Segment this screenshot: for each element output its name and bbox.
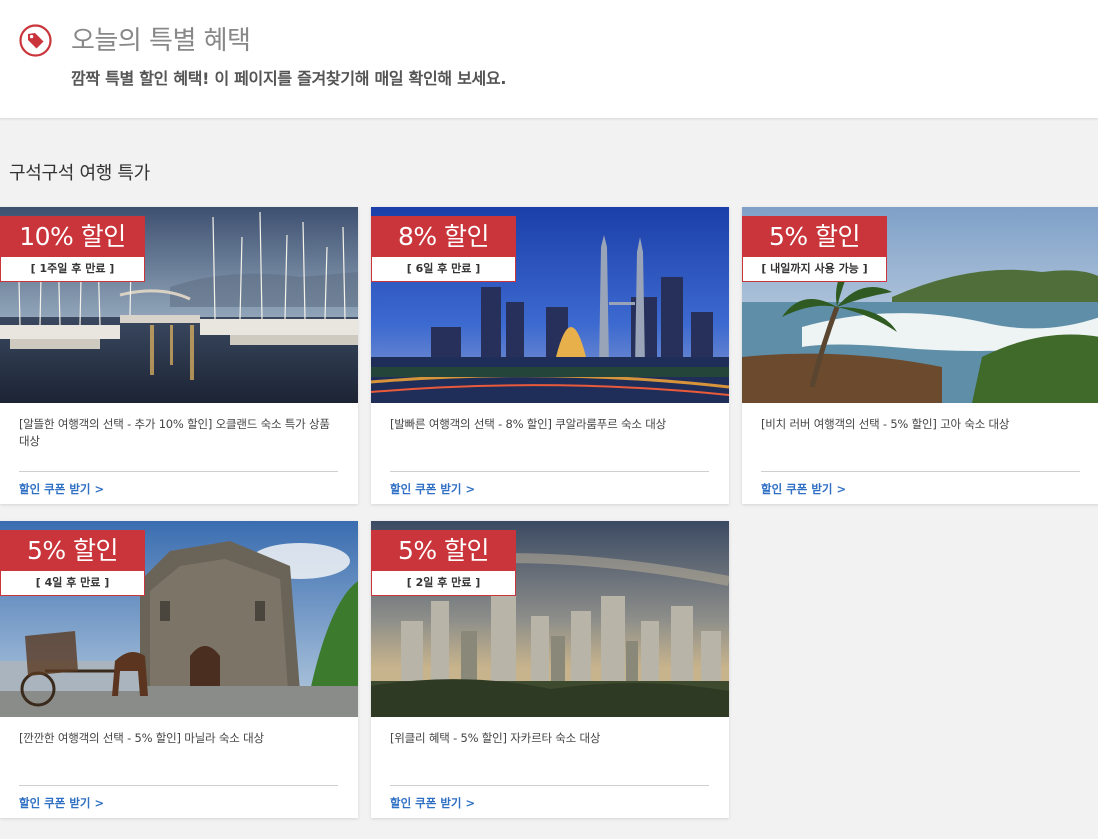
divider bbox=[390, 785, 709, 786]
deal-image-manila[interactable]: 5% 할인 [ 4일 후 만료 ] bbox=[0, 521, 358, 717]
discount-label: 5% 할인 bbox=[742, 216, 887, 257]
page-title: 오늘의 특별 혜택 bbox=[71, 26, 251, 56]
deal-description[interactable]: [깐깐한 여행객의 선택 - 5% 할인] 마닐라 숙소 대상 bbox=[19, 730, 339, 747]
discount-badge: 5% 할인 [ 4일 후 만료 ] bbox=[0, 530, 145, 596]
expiry-label: [ 4일 후 만료 ] bbox=[0, 571, 145, 596]
deal-card[interactable]: 10% 할인 [ 1주일 후 만료 ] [알뜰한 여행객의 선택 - 추가 10… bbox=[0, 207, 358, 504]
deal-card[interactable]: 8% 할인 [ 6일 후 만료 ] [발빠른 여행객의 선택 - 8% 할인] … bbox=[371, 207, 729, 504]
get-coupon-link[interactable]: 할인 쿠폰 받기 > bbox=[761, 481, 846, 497]
deal-card[interactable]: 5% 할인 [ 내일까지 사용 가능 ] [비치 러버 여행객의 선택 - 5%… bbox=[742, 207, 1098, 504]
discount-badge: 8% 할인 [ 6일 후 만료 ] bbox=[371, 216, 516, 282]
deal-card[interactable]: 5% 할인 [ 4일 후 만료 ] [깐깐한 여행객의 선택 - 5% 할인] … bbox=[0, 521, 358, 818]
get-coupon-link[interactable]: 할인 쿠폰 받기 > bbox=[390, 795, 475, 811]
page-subtitle: 깜짝 특별 할인 혜택! 이 페이지를 즐겨찾기해 매일 확인해 보세요. bbox=[71, 69, 507, 88]
deal-image-goa[interactable]: 5% 할인 [ 내일까지 사용 가능 ] bbox=[742, 207, 1098, 403]
expiry-label: [ 1주일 후 만료 ] bbox=[0, 257, 145, 282]
divider bbox=[19, 471, 338, 472]
get-coupon-link[interactable]: 할인 쿠폰 받기 > bbox=[390, 481, 475, 497]
divider bbox=[761, 471, 1080, 472]
discount-label: 8% 할인 bbox=[371, 216, 516, 257]
deal-description[interactable]: [발빠른 여행객의 선택 - 8% 할인] 쿠알라룸푸르 숙소 대상 bbox=[390, 416, 710, 433]
deal-card[interactable]: 5% 할인 [ 2일 후 만료 ] [위클리 혜택 - 5% 할인] 자카르타 … bbox=[371, 521, 729, 818]
discount-label: 5% 할인 bbox=[0, 530, 145, 571]
divider bbox=[390, 471, 709, 472]
deal-description[interactable]: [알뜰한 여행객의 선택 - 추가 10% 할인] 오클랜드 숙소 특가 상품 … bbox=[19, 416, 339, 450]
tag-icon bbox=[19, 24, 52, 57]
deal-image-kuala-lumpur[interactable]: 8% 할인 [ 6일 후 만료 ] bbox=[371, 207, 729, 403]
deal-description[interactable]: [비치 러버 여행객의 선택 - 5% 할인] 고아 숙소 대상 bbox=[761, 416, 1081, 433]
expiry-label: [ 2일 후 만료 ] bbox=[371, 571, 516, 596]
discount-badge: 5% 할인 [ 2일 후 만료 ] bbox=[371, 530, 516, 596]
get-coupon-link[interactable]: 할인 쿠폰 받기 > bbox=[19, 481, 104, 497]
discount-label: 5% 할인 bbox=[371, 530, 516, 571]
page-header: 오늘의 특별 혜택 깜짝 특별 할인 혜택! 이 페이지를 즐겨찾기해 매일 확… bbox=[0, 0, 1098, 119]
discount-label: 10% 할인 bbox=[0, 216, 145, 257]
expiry-label: [ 내일까지 사용 가능 ] bbox=[742, 257, 887, 282]
discount-badge: 5% 할인 [ 내일까지 사용 가능 ] bbox=[742, 216, 887, 282]
deal-image-jakarta[interactable]: 5% 할인 [ 2일 후 만료 ] bbox=[371, 521, 729, 717]
deal-image-marina[interactable]: 10% 할인 [ 1주일 후 만료 ] bbox=[0, 207, 358, 403]
deal-description[interactable]: [위클리 혜택 - 5% 할인] 자카르타 숙소 대상 bbox=[390, 730, 710, 747]
section-title: 구석구석 여행 특가 bbox=[9, 163, 150, 184]
discount-badge: 10% 할인 [ 1주일 후 만료 ] bbox=[0, 216, 145, 282]
expiry-label: [ 6일 후 만료 ] bbox=[371, 257, 516, 282]
divider bbox=[19, 785, 338, 786]
get-coupon-link[interactable]: 할인 쿠폰 받기 > bbox=[19, 795, 104, 811]
